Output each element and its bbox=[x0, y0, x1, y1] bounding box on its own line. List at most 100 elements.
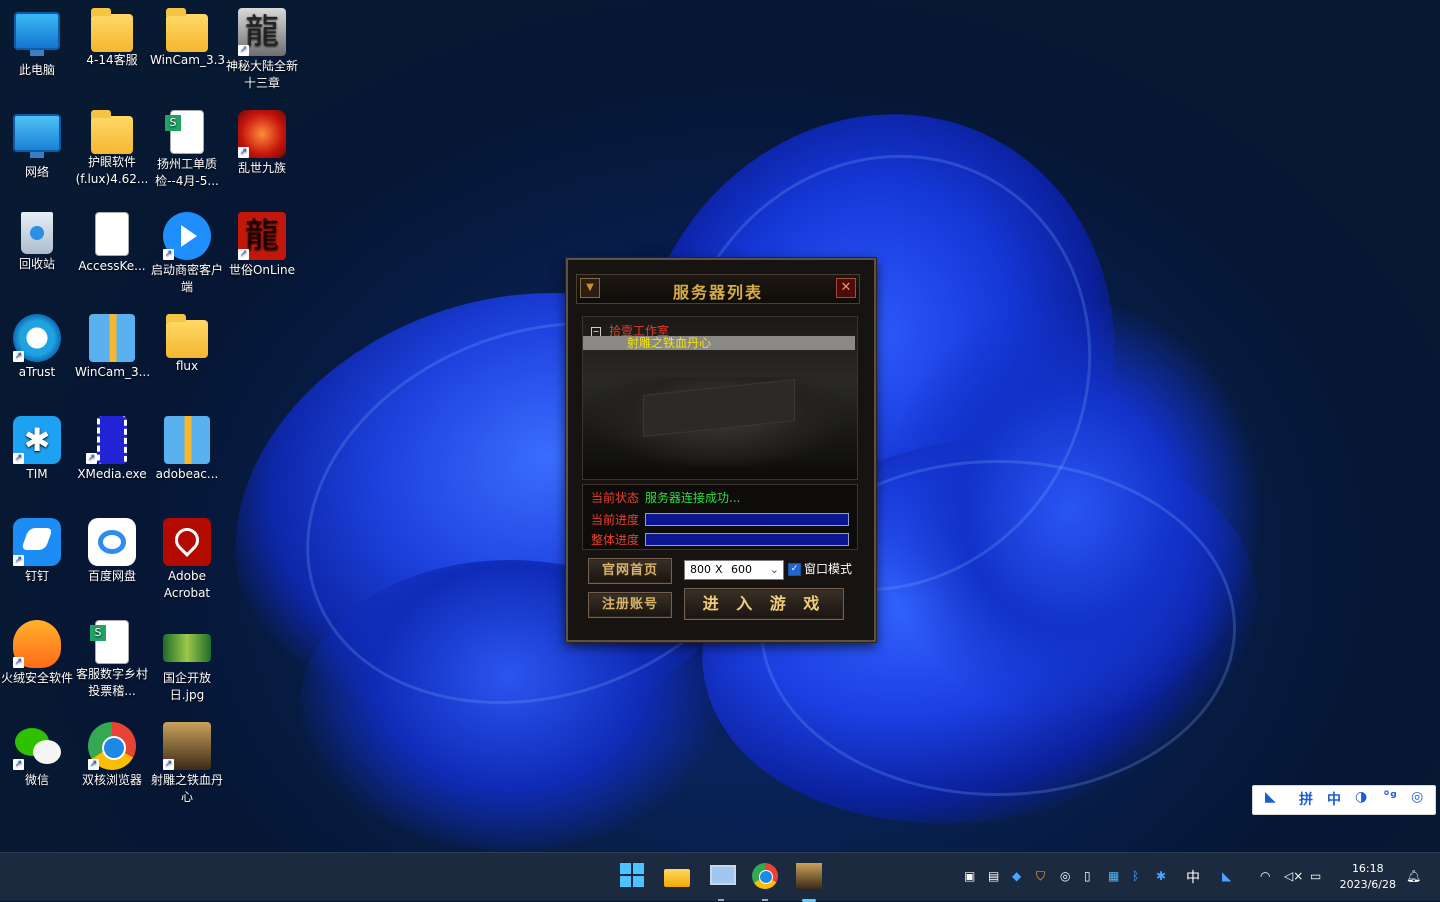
tray-app-icon[interactable]: ▣ bbox=[964, 869, 975, 883]
tree-server-item[interactable]: 射雕之铁血丹心 bbox=[583, 336, 855, 350]
resolution-separator: X bbox=[715, 563, 723, 576]
start-icon[interactable] bbox=[620, 863, 646, 889]
icon-label: aTrust bbox=[18, 365, 56, 379]
status-value: 服务器连接成功... bbox=[645, 491, 741, 505]
homepage-button[interactable]: 官网首页 bbox=[588, 558, 672, 584]
desktop-icon-spreadsheet[interactable]: S 客服数字乡村投票稽... bbox=[75, 620, 149, 700]
file-explorer-icon[interactable] bbox=[664, 863, 690, 889]
icon-label: 百度网盘 bbox=[87, 569, 136, 583]
dingtalk-icon: ↗ bbox=[13, 518, 61, 566]
desktop-icon-file[interactable]: AccessKe... bbox=[75, 212, 149, 275]
desktop-icon-archive[interactable]: WinCam_3... bbox=[75, 314, 150, 381]
desktop-icon-spreadsheet[interactable]: S 扬州工单质检--4月-5... bbox=[150, 110, 224, 190]
desktop-icon-game[interactable]: 龍 ↗ 世俗OnLine bbox=[225, 212, 299, 279]
tray-app-icon[interactable]: ▯ bbox=[1084, 869, 1091, 883]
ime-tray-icon[interactable]: ◣ bbox=[1222, 869, 1231, 883]
game-icon[interactable] bbox=[796, 863, 822, 902]
taskbar: ▣ ▤ ◆ ⛉ ◎ ▯ ▦ ᛒ ✱ 中 ◣ ◠ ◁× ▭ 16:18 2023/… bbox=[0, 852, 1440, 902]
play-icon: ↗ bbox=[163, 212, 211, 260]
dragon-glyph-icon: 龍 ↗ bbox=[238, 212, 286, 260]
clock[interactable]: 16:18 2023/6/28 bbox=[1340, 861, 1396, 893]
desktop-icon-xmedia[interactable]: ↗ XMedia.exe bbox=[75, 416, 149, 483]
folder-icon bbox=[166, 314, 208, 358]
monitor-icon bbox=[14, 12, 60, 50]
baidu-netdisk-icon bbox=[88, 518, 136, 566]
desktop-icon-folder[interactable]: flux bbox=[150, 314, 224, 375]
ime-menu-icon[interactable]: ◎ bbox=[1411, 789, 1423, 805]
browser-icon[interactable] bbox=[752, 863, 778, 901]
desktop-icon-archive[interactable]: adobeac... bbox=[150, 416, 224, 483]
tray-app-icon[interactable]: ◆ bbox=[1012, 869, 1021, 883]
desktop-icon-dingtalk[interactable]: ↗ 钉钉 bbox=[0, 518, 74, 585]
desktop-icon-tim[interactable]: ✱ ↗ TIM bbox=[0, 416, 74, 483]
desktop-icon-baidu-netdisk[interactable]: 百度网盘 bbox=[75, 518, 149, 585]
resolution-select[interactable]: 800 X 600 ⌄ bbox=[684, 560, 784, 580]
desktop-icon-game[interactable]: ↗ 乱世九族 bbox=[225, 110, 299, 177]
tray-app-icon[interactable]: ◎ bbox=[1060, 869, 1070, 883]
dialog-title: 服务器列表 bbox=[672, 283, 763, 302]
bluetooth-icon[interactable]: ᛒ bbox=[1132, 869, 1139, 883]
icon-label: 微信 bbox=[24, 773, 49, 787]
ime-settings-icon[interactable]: °ᵍ bbox=[1383, 789, 1397, 805]
tray-app-icon[interactable]: ▤ bbox=[988, 869, 999, 883]
desktop-icon-huorong[interactable]: ↗ 火绒安全软件 bbox=[0, 620, 74, 687]
acrobat-icon bbox=[163, 518, 211, 566]
ime-logo-icon[interactable]: ◣ bbox=[1265, 789, 1276, 805]
desktop-icon-acrobat[interactable]: Adobe Acrobat bbox=[150, 518, 224, 602]
icon-label: WinCam_3.3 bbox=[150, 53, 226, 67]
total-progress-bar bbox=[645, 533, 849, 546]
browser-icon: ↗ bbox=[88, 722, 136, 770]
desktop-icon-network[interactable]: 网络 bbox=[0, 110, 74, 181]
window-mode-checkbox[interactable]: ✓ bbox=[788, 563, 801, 576]
desktop-icon-launcher[interactable]: ↗ 启动商密客户端 bbox=[150, 212, 224, 296]
server-list-dialog: ▼ 服务器列表 ✕ − 拾壹工作室 射雕之铁血丹心 当前状态 服务器连接成功...… bbox=[566, 258, 876, 642]
icon-label: 火绒安全软件 bbox=[0, 671, 73, 685]
desktop-icon-folder[interactable]: 4-14客服 bbox=[75, 8, 149, 69]
icon-label: 国企开放日.jpg bbox=[162, 671, 211, 702]
desktop-icon-folder[interactable]: WinCam_3.3 bbox=[150, 8, 226, 69]
server-tree[interactable]: − 拾壹工作室 射雕之铁血丹心 bbox=[582, 316, 858, 480]
folder-icon bbox=[91, 110, 133, 154]
wifi-icon[interactable]: ◠ bbox=[1260, 869, 1270, 883]
remote-desktop-icon[interactable] bbox=[708, 863, 736, 901]
close-icon[interactable]: ✕ bbox=[836, 278, 856, 298]
clock-date: 2023/6/28 bbox=[1339, 878, 1396, 891]
resolution-height: 600 bbox=[731, 563, 752, 576]
wechat-icon: ↗ bbox=[13, 722, 61, 770]
desktop-icon-wechat[interactable]: ↗ 微信 bbox=[0, 722, 74, 789]
input-language-indicator[interactable]: 中 bbox=[1186, 867, 1200, 887]
enter-game-button[interactable]: 进 入 游 戏 bbox=[684, 588, 844, 620]
battery-icon[interactable]: ▭ bbox=[1310, 869, 1321, 883]
desktop-wallpaper: 此电脑 网络 回收站 ↗ aTrust ✱ ↗ TIM ↗ 钉钉 ↗ 火绒安全软件… bbox=[0, 0, 1440, 852]
current-progress-label: 当前进度 bbox=[591, 513, 640, 527]
total-progress-label: 整体进度 bbox=[591, 533, 640, 547]
window-mode-label: 窗口模式 bbox=[804, 562, 853, 576]
notification-icon[interactable]: 🔔︎ bbox=[1406, 869, 1421, 883]
desktop-icon-atrust[interactable]: ↗ aTrust bbox=[0, 314, 74, 381]
volume-muted-icon[interactable]: ◁× bbox=[1284, 869, 1303, 883]
icon-label: XMedia.exe bbox=[77, 467, 147, 481]
huorong-tray-icon[interactable]: ⛉ bbox=[1036, 869, 1045, 884]
dialog-titlebar[interactable]: ▼ 服务器列表 ✕ bbox=[576, 274, 860, 304]
register-button[interactable]: 注册账号 bbox=[588, 592, 672, 618]
folder-icon bbox=[166, 8, 208, 52]
tim-tray-icon[interactable]: ✱ bbox=[1156, 869, 1166, 883]
ime-pinyin[interactable]: 拼 bbox=[1299, 789, 1313, 809]
tray-app-icon[interactable]: ▦ bbox=[1108, 869, 1119, 883]
desktop-icon-this-pc[interactable]: 此电脑 bbox=[0, 8, 74, 79]
desktop-icon-recycle-bin[interactable]: 回收站 bbox=[0, 212, 74, 273]
desktop-icon-game[interactable]: ↗ 射雕之铁血丹心 bbox=[150, 722, 224, 806]
desktop-icon-game[interactable]: 龍 ↗ 神秘大陆全新十三章 bbox=[225, 8, 299, 92]
icon-label: 世俗OnLine bbox=[228, 263, 296, 277]
icon-label: 启动商密客户端 bbox=[150, 263, 223, 294]
desktop-icon-browser[interactable]: ↗ 双核浏览器 bbox=[75, 722, 149, 789]
ime-punctuation-icon[interactable]: ◑ bbox=[1355, 789, 1367, 805]
image-thumbnail-icon bbox=[163, 634, 211, 662]
desktop-icon-folder[interactable]: 护眼软件(f.lux)4.62... bbox=[75, 110, 149, 188]
icon-label: 双核浏览器 bbox=[81, 773, 142, 787]
icon-label: 此电脑 bbox=[18, 63, 55, 77]
icon-label: flux bbox=[175, 359, 199, 373]
ime-chinese-mode[interactable]: 中 bbox=[1327, 789, 1341, 809]
desktop-icon-image[interactable]: 国企开放日.jpg bbox=[150, 620, 224, 704]
ime-toolbar: ◣ 拼 中 ◑ °ᵍ ◎ bbox=[1252, 785, 1436, 815]
